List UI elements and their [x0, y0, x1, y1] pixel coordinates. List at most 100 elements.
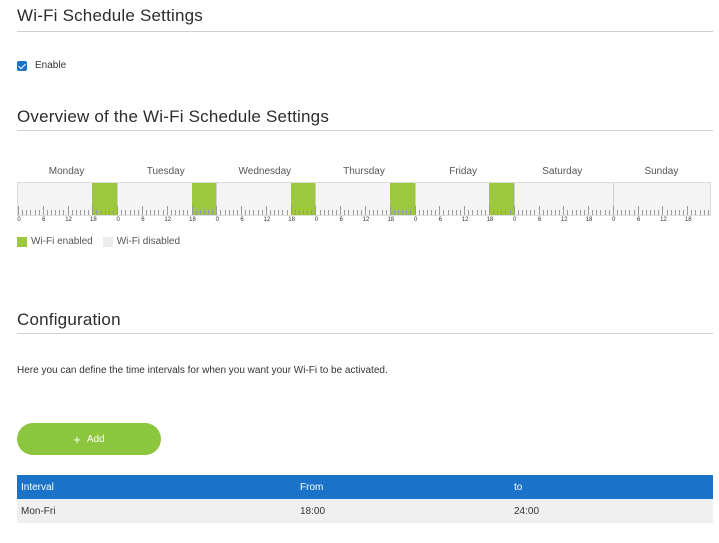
hour-tick: [59, 210, 61, 215]
day-label-wednesday: Wednesday: [238, 166, 292, 177]
hour-tick: [51, 210, 53, 215]
hour-tick: [513, 206, 515, 215]
hour-tick: [46, 210, 48, 215]
hour-tick: [183, 210, 185, 215]
hour-tick: [104, 210, 106, 215]
hour-tick: [108, 210, 110, 215]
hour-tick: [88, 210, 90, 215]
overview-title: Overview of the Wi-Fi Schedule Settings: [17, 107, 330, 126]
hour-tick: [571, 210, 573, 215]
hour-tick: [269, 210, 271, 215]
hour-tick: [398, 210, 400, 215]
hour-tick: [257, 210, 259, 215]
hour-tick: [365, 206, 366, 215]
header-from: From: [300, 481, 324, 493]
hour-tick: [352, 210, 354, 215]
hour-tick: [162, 210, 164, 215]
hour-tick: [422, 210, 424, 215]
hour-tick: [460, 210, 461, 215]
hour-tick: [187, 210, 189, 215]
hour-tick: [579, 210, 581, 215]
hour-tick: [331, 210, 333, 215]
hour-tick: [455, 210, 457, 215]
hour-tick: [418, 210, 420, 215]
hour-tick: [431, 210, 433, 215]
hour-tick: [484, 210, 486, 215]
hour-tick: [327, 210, 329, 215]
enable-checkbox-row[interactable]: Enable: [17, 60, 66, 71]
hour-label: 6: [339, 217, 343, 223]
hour-label: 6: [42, 217, 46, 223]
hour-tick: [170, 210, 172, 215]
hour-tick: [575, 210, 577, 215]
hour-tick: [373, 210, 375, 215]
hour-tick: [220, 210, 222, 215]
hour-labels: 0 6 12 18 0 6 12 18 0 6 12 18 0 6 12 18 0 6 12 18 0 6 12 18 0 6 12…: [17, 216, 711, 226]
cell-to: 24:00: [514, 505, 540, 517]
hour-tick: [521, 210, 523, 215]
disabled-swatch: [102, 236, 113, 247]
hour-tick: [468, 210, 470, 215]
hour-tick: [488, 206, 490, 215]
cell-interval: Mon-Fri: [21, 505, 56, 517]
hour-tick: [113, 210, 114, 215]
hour-tick: [348, 210, 350, 215]
hour-tick: [92, 206, 94, 215]
hour-label: 0: [17, 217, 21, 223]
hour-tick: [249, 210, 251, 215]
plus-icon: +: [73, 431, 81, 447]
hour-tick: [79, 210, 81, 215]
hour-tick: [344, 210, 346, 215]
hour-tick: [133, 210, 135, 215]
hour-label: 0: [612, 217, 616, 223]
hour-tick: [208, 210, 210, 215]
hour-tick: [707, 210, 709, 215]
legend-enabled-label: Wi-Fi enabled: [31, 236, 93, 247]
hour-tick: [253, 210, 255, 215]
hour-tick: [137, 210, 139, 215]
hour-tick: [232, 210, 234, 215]
hour-label: 6: [438, 217, 443, 223]
header-to: to: [514, 481, 523, 493]
hour-tick: [278, 210, 280, 215]
hour-tick: [381, 210, 383, 215]
hour-tick: [261, 210, 263, 215]
hour-tick: [303, 210, 305, 215]
hour-tick: [505, 210, 507, 215]
legend-disabled-label: Wi-Fi disabled: [116, 236, 181, 247]
hour-tick: [410, 210, 412, 215]
table-row[interactable]: Mon-Fri 18:00 24:00: [17, 499, 713, 523]
section-divider: [17, 31, 713, 32]
hour-tick: [18, 206, 19, 215]
hour-tick: [166, 206, 168, 215]
day-label-thursday: Thursday: [343, 166, 385, 177]
hour-tick: [274, 210, 276, 215]
day-label-monday: Monday: [48, 166, 85, 177]
hour-tick: [526, 210, 528, 215]
hour-tick: [146, 210, 148, 215]
hour-tick: [451, 210, 453, 215]
schedule-settings-title: Wi-Fi Schedule Settings: [17, 6, 204, 25]
add-button[interactable]: + Add: [17, 423, 161, 455]
enable-checkbox[interactable]: [17, 60, 27, 71]
hour-label: 6: [240, 217, 244, 223]
hour-tick: [319, 210, 321, 215]
hour-tick: [699, 210, 701, 215]
configuration-description: Here you can define the time intervals f…: [17, 365, 388, 376]
hour-tick: [530, 210, 532, 215]
hour-label: 18: [189, 217, 196, 223]
hour-tick: [141, 206, 143, 215]
hour-tick: [174, 210, 176, 215]
hour-tick: [654, 210, 656, 215]
hour-tick: [546, 210, 548, 215]
hour-tick: [63, 210, 65, 215]
hour-tick: [315, 206, 317, 215]
hour-tick: [402, 210, 404, 215]
hour-tick: [191, 206, 193, 215]
hour-tick: [666, 210, 668, 215]
hour-tick: [336, 210, 338, 215]
hour-tick: [42, 206, 44, 215]
hour-label: 12: [164, 217, 172, 223]
hour-tick: [307, 210, 309, 215]
hour-tick: [650, 210, 652, 215]
